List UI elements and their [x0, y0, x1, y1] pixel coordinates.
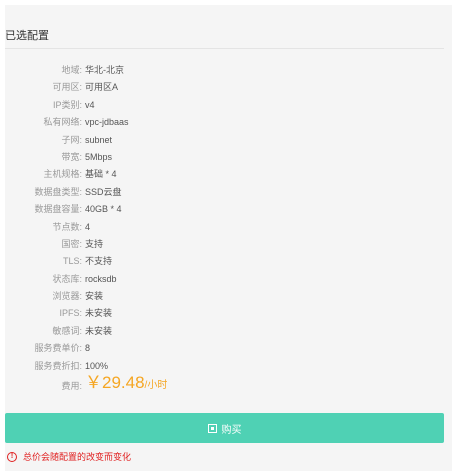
config-value: 8	[85, 343, 91, 354]
price-warning: ! 总价会随配置的改变而变化	[7, 451, 131, 463]
config-row-zone: 可用区: 可用区A	[5, 79, 444, 96]
config-row-price: 费用: ￥29.48/小时	[5, 372, 444, 397]
config-label: 浏览器:	[52, 291, 82, 302]
config-row-browser: 浏览器: 安装	[5, 288, 444, 305]
config-row-vpc: 私有网络: vpc-jdbaas	[5, 114, 444, 131]
config-label: 数据盘类型:	[34, 186, 82, 197]
price-unit: /小时	[144, 380, 168, 392]
config-row-service-discount: 服务费折扣: 100%	[5, 358, 444, 375]
price-warning-text: 总价会随配置的改变而变化	[23, 452, 132, 462]
config-value: 4	[85, 221, 91, 232]
config-row-state-db: 状态库: rocksdb	[5, 271, 444, 288]
config-row-ipfs: IPFS: 未安装	[5, 305, 444, 322]
config-label: 数据盘容量:	[34, 204, 82, 215]
config-label: 敏感词:	[52, 325, 82, 336]
config-row-region: 地域: 华北-北京	[5, 62, 444, 79]
config-label: 状态库:	[52, 273, 82, 284]
config-label: IP类别:	[52, 99, 82, 110]
config-row-bandwidth: 带宽: 5Mbps	[5, 149, 444, 166]
config-row-service-unit-price: 服务费单价: 8	[5, 340, 444, 357]
config-value: SSD云盘	[85, 186, 122, 197]
section-title: 已选配置	[5, 30, 49, 42]
config-label: TLS:	[62, 256, 82, 267]
config-label: 可用区:	[52, 82, 82, 93]
config-row-sensitive-words: 敏感词: 未安装	[5, 323, 444, 340]
config-value: 不支持	[85, 256, 113, 267]
config-label: 地域:	[61, 65, 82, 75]
config-value: vpc-jdbaas	[85, 117, 129, 128]
config-row-disk-type: 数据盘类型: SSD云盘	[5, 184, 444, 201]
buy-button[interactable]: 购买	[5, 413, 444, 443]
config-value: 40GB * 4	[85, 204, 122, 215]
config-label: 服务费单价:	[34, 343, 82, 354]
cart-icon	[207, 423, 217, 433]
selected-config-panel: 已选配置 地域: 华北-北京 可用区: 可用区A IP类别: v4 私有网络: …	[5, 5, 452, 471]
config-row-gm-crypto: 国密: 支持	[5, 236, 444, 253]
price-value: ￥29.48/小时	[85, 372, 167, 397]
config-value: 5Mbps	[85, 151, 113, 162]
buy-button-label: 购买	[221, 424, 242, 436]
config-label: 主机规格:	[43, 169, 82, 180]
config-label: 私有网络:	[43, 117, 82, 128]
config-row-tls: TLS: 不支持	[5, 253, 444, 270]
config-value: 可用区A	[85, 82, 119, 93]
config-label: 节点数:	[52, 221, 82, 232]
config-value: 支持	[85, 238, 104, 249]
config-label: 子网:	[61, 134, 82, 145]
config-row-disk-size: 数据盘容量: 40GB * 4	[5, 201, 444, 218]
config-list: 地域: 华北-北京 可用区: 可用区A IP类别: v4 私有网络: vpc-j…	[5, 62, 444, 397]
config-value: rocksdb	[85, 273, 117, 284]
config-label: IPFS:	[59, 308, 82, 319]
config-value: 安装	[85, 291, 104, 302]
config-row-ip-type: IP类别: v4	[5, 97, 444, 114]
price-amount: ￥29.48	[85, 373, 145, 393]
config-value: 基础 * 4	[85, 169, 117, 180]
price-label: 费用:	[61, 381, 82, 392]
config-label: 国密:	[61, 238, 82, 249]
exclamation-circle-icon: !	[7, 452, 17, 462]
config-value: subnet	[85, 134, 113, 145]
config-value: 华北-北京	[85, 65, 124, 75]
divider	[5, 48, 444, 49]
config-row-host-spec: 主机规格: 基础 * 4	[5, 166, 444, 183]
config-row-node-count: 节点数: 4	[5, 219, 444, 236]
config-value: v4	[85, 99, 95, 110]
config-row-subnet: 子网: subnet	[5, 132, 444, 149]
config-value: 未安装	[85, 325, 113, 336]
config-label: 带宽:	[61, 151, 82, 162]
config-label: 服务费折扣:	[34, 360, 82, 371]
config-value: 未安装	[85, 308, 113, 319]
